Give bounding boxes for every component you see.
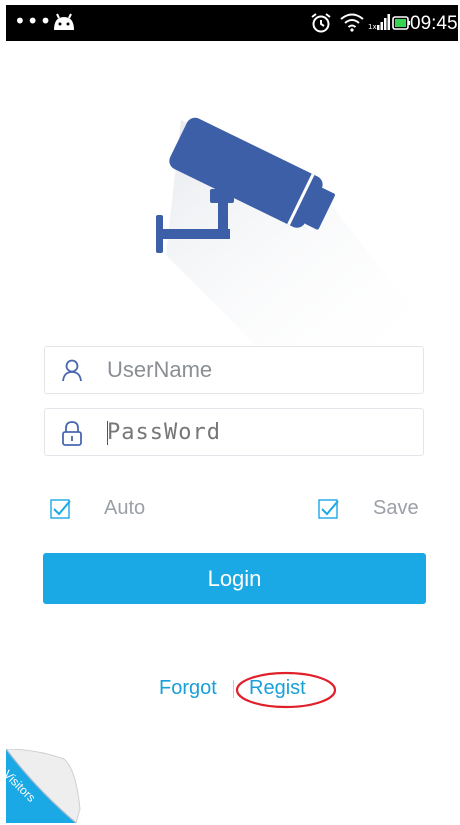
login-button[interactable]: Login <box>43 553 426 604</box>
save-label: Save <box>373 497 419 519</box>
user-icon <box>62 359 82 382</box>
battery-icon <box>392 16 410 30</box>
app-screen: ••• 1x 09:45 UserName Auto Save Login Fo… <box>6 5 458 823</box>
clock: 09:45AM <box>410 13 458 34</box>
camera-logo-icon <box>156 117 441 345</box>
register-link[interactable]: Regist <box>249 677 306 700</box>
visitors-corner-button[interactable]: Visitors <box>6 748 86 823</box>
checkmark-icon <box>50 499 71 519</box>
username-input[interactable] <box>107 355 407 385</box>
svg-text:1x: 1x <box>368 23 377 31</box>
checkmark-icon <box>318 499 339 519</box>
android-icon <box>54 13 74 30</box>
password-input[interactable] <box>107 417 407 447</box>
lock-icon <box>62 421 82 446</box>
signal-icon: 1x <box>368 14 390 31</box>
notification-dots: ••• <box>14 9 53 33</box>
forgot-password-link[interactable]: Forgot <box>159 677 217 700</box>
alarm-icon <box>311 13 331 33</box>
password-field[interactable] <box>44 408 424 456</box>
status-bar: ••• 1x 09:45 <box>6 5 458 41</box>
wifi-icon <box>340 13 364 32</box>
username-field[interactable] <box>44 346 424 394</box>
auto-label: Auto <box>104 497 146 519</box>
